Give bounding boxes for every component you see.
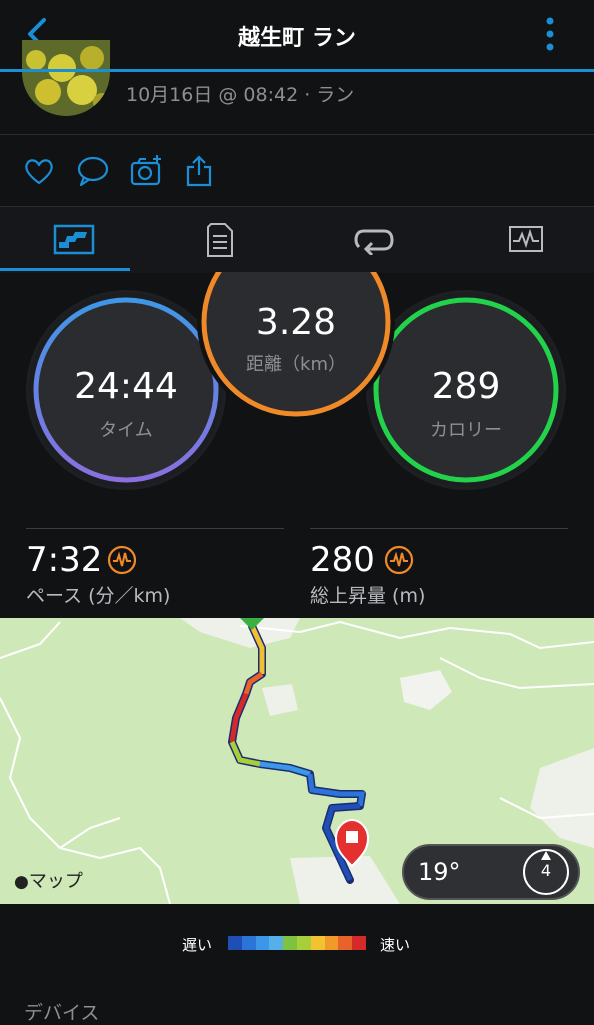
vertical-ellipsis-icon — [546, 17, 554, 51]
tab-graphs[interactable] — [452, 207, 594, 273]
active-tab-indicator — [0, 268, 130, 271]
legend-slow-label: 遅い — [182, 936, 213, 954]
legend-color-swatch — [324, 936, 339, 950]
legend-color-swatch — [255, 936, 270, 950]
laps-loop-icon — [354, 229, 394, 255]
legend-color-swatch — [352, 936, 366, 950]
apple-logo-icon: ● — [14, 872, 29, 892]
temperature: 19° — [418, 858, 461, 886]
tab-summary[interactable] — [0, 207, 148, 273]
summary-chart-icon — [53, 224, 95, 255]
social-actions — [0, 140, 594, 204]
pace-value: 7:32 — [26, 540, 103, 580]
ascent-value: 280 — [310, 540, 375, 580]
legend-color-swatch — [296, 936, 311, 950]
tab-details[interactable] — [146, 207, 294, 273]
distance-value: 3.28 — [255, 302, 337, 343]
divider — [310, 528, 568, 529]
map-provider-label: ●マップ — [14, 871, 83, 892]
pace-label: ペース (分／km) — [26, 585, 171, 607]
legend-color-swatch — [269, 936, 284, 950]
activity-date: 10月16日 @ 08:42 · ラン — [126, 84, 355, 106]
legend-color-swatch — [310, 936, 325, 950]
legend-color-swatch — [338, 936, 353, 950]
calories-value: 289 — [431, 366, 501, 407]
device-section-title: デバイス — [24, 1002, 100, 1024]
more-options-button[interactable] — [536, 12, 564, 56]
tab-laps[interactable] — [300, 207, 448, 273]
legend-color-swatch — [283, 936, 297, 950]
ascent-label: 総上昇量 (m) — [310, 585, 426, 607]
legend-color-swatch — [228, 936, 242, 950]
comment-icon[interactable] — [76, 154, 110, 188]
ascent-graph-icon[interactable] — [384, 545, 414, 575]
activity-photo[interactable] — [22, 40, 110, 116]
tab-bar — [0, 206, 594, 273]
camera-add-icon[interactable] — [130, 154, 164, 188]
legend-color-swatch — [241, 936, 256, 950]
graph-monitor-icon — [509, 226, 543, 252]
header-divider — [0, 69, 594, 72]
distance-stat-circle: 3.28 距離（km） — [196, 272, 396, 422]
details-list-icon — [207, 223, 233, 257]
divider — [26, 528, 284, 529]
divider — [0, 134, 594, 135]
wind-indicator: 4 — [522, 848, 570, 896]
calories-stat-circle: 289 カロリー — [366, 290, 566, 490]
pace-graph-icon[interactable] — [107, 545, 137, 575]
calories-label: カロリー — [430, 420, 502, 441]
speed-gradient-bar — [228, 936, 366, 950]
share-icon[interactable] — [184, 154, 218, 188]
wind-speed: 4 — [540, 861, 552, 880]
heart-icon[interactable] — [22, 154, 56, 188]
legend-fast-label: 速い — [380, 936, 411, 954]
distance-label: 距離（km） — [246, 354, 346, 375]
